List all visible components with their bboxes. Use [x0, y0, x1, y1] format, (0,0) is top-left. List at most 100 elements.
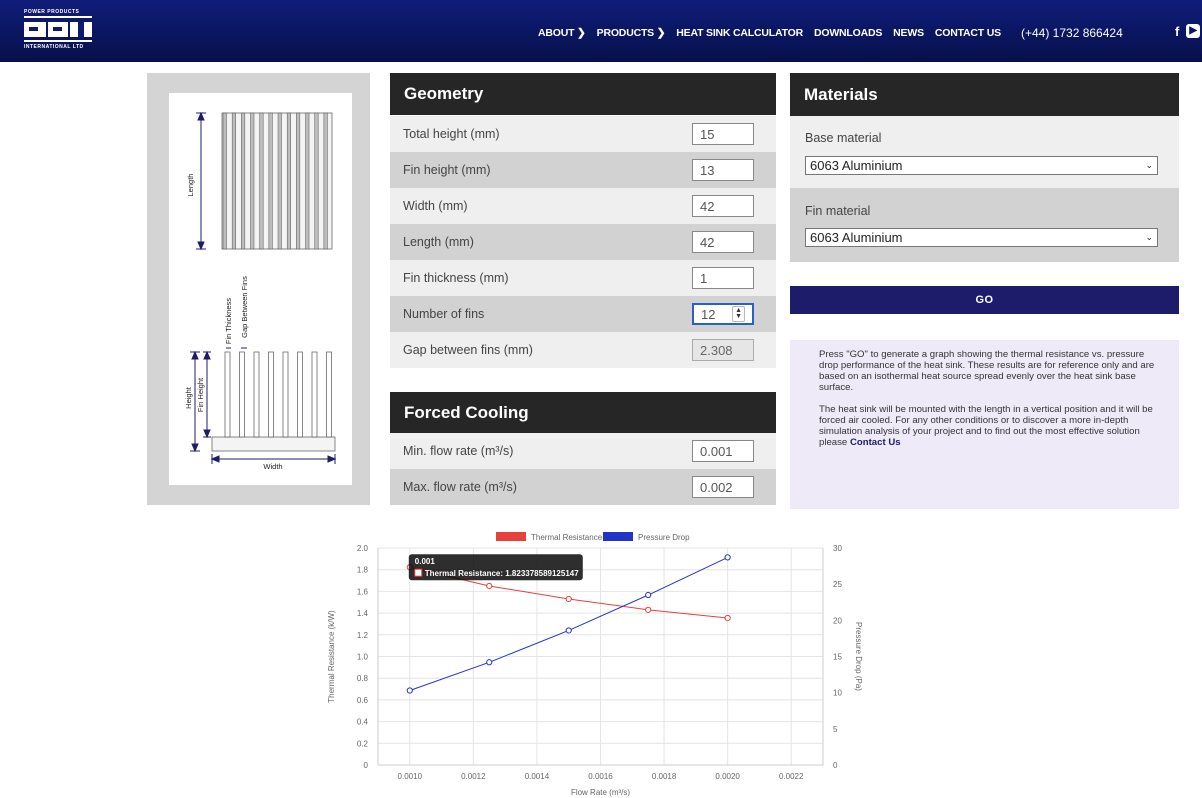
row-number-of-fins: Number of fins 12 ▲ ▼: [390, 296, 776, 332]
fin-side: [268, 351, 274, 438]
row-min-flow: Min. flow rate (m³/s) 0.001: [390, 433, 776, 469]
y-axis-title: Thermal Resistance (k/W): [327, 610, 336, 703]
heat-sink-drawing: Length Height Fin Height Fin Thickness G…: [184, 111, 337, 471]
nav-contact-us[interactable]: CONTACT US: [935, 27, 1001, 39]
chart-grid: [377, 547, 824, 766]
data-point[interactable]: [406, 687, 413, 694]
base-material-select[interactable]: 6063 Aluminium ⌄: [805, 156, 1158, 175]
gap-between-fins-label: Gap Between Fins: [240, 276, 249, 338]
max-flow-value: 0.002: [700, 479, 733, 495]
height-label: Height: [184, 386, 193, 409]
legend-label[interactable]: Thermal Resistance: [531, 533, 603, 542]
nav-about[interactable]: ABOUT ❯: [538, 27, 586, 39]
tooltip-title: 0.001: [415, 557, 436, 566]
x-axis-title: Flow Rate (m³/s): [571, 788, 630, 797]
data-point[interactable]: [486, 659, 493, 666]
data-point[interactable]: [565, 627, 572, 634]
y2-tick-label: 25: [833, 580, 842, 589]
fin-side: [224, 351, 231, 438]
y-tick-label: 0.8: [357, 674, 369, 683]
nav-downloads[interactable]: DOWNLOADS: [814, 27, 882, 39]
gap-field-label: Gap between fins (mm): [403, 343, 533, 357]
fin-side: [239, 351, 245, 438]
fin-top: [241, 112, 246, 250]
heat-sink-diagram: Length Height Fin Height Fin Thickness G…: [169, 93, 352, 485]
phone-number[interactable]: (+44) 1732 866424: [1021, 26, 1123, 40]
fin-material-value: 6063 Aluminium: [810, 230, 903, 245]
youtube-icon[interactable]: ▶: [1186, 24, 1201, 38]
total-height-value: 15: [700, 126, 715, 142]
y-tick-label: 0.4: [357, 718, 369, 727]
row-length: Length (mm) 42: [390, 224, 776, 260]
y-tick-label: 1.4: [357, 609, 369, 618]
row-fin-thickness: Fin thickness (mm) 1: [390, 260, 776, 296]
data-point[interactable]: [486, 582, 493, 590]
data-point[interactable]: [724, 614, 731, 622]
go-button[interactable]: GO: [790, 286, 1179, 314]
number-of-fins-value: 12: [701, 306, 716, 322]
y2-tick-label: 30: [833, 544, 842, 553]
total-height-input[interactable]: 15: [692, 123, 754, 145]
base-material-label: Base material: [805, 131, 882, 145]
total-height-label: Total height (mm): [403, 127, 500, 141]
number-of-fins-label: Number of fins: [403, 307, 485, 321]
base-material-value: 6063 Aluminium: [810, 158, 903, 173]
row-max-flow: Max. flow rate (m³/s) 0.002: [390, 469, 776, 505]
materials-header: Materials: [790, 73, 1179, 116]
contact-us-link[interactable]: Contact Us: [850, 437, 901, 448]
length-value: 42: [700, 234, 715, 250]
data-point[interactable]: [645, 591, 652, 599]
fin-top: [286, 112, 291, 250]
length-input[interactable]: 42: [692, 231, 754, 253]
min-flow-input[interactable]: 0.001: [692, 440, 754, 462]
y-tick-label: 0: [364, 761, 369, 770]
nav-heat-sink-calculator[interactable]: HEAT SINK CALCULATOR: [676, 27, 803, 39]
fin-side: [297, 351, 303, 438]
ppi-logo[interactable]: POWER PRODUCTS INTERNATIONAL LTD: [24, 9, 92, 50]
data-point[interactable]: [565, 595, 572, 603]
tooltip-body: Thermal Resistance: 1.823378589125147: [425, 569, 579, 578]
data-point[interactable]: [645, 606, 652, 613]
info-box: Press "GO" to generate a graph showing t…: [790, 340, 1179, 509]
data-point[interactable]: [724, 554, 731, 561]
nav-news[interactable]: NEWS: [893, 27, 924, 39]
x-tick-label: 0.0012: [461, 772, 486, 781]
y2-tick-label: 10: [833, 689, 842, 698]
nav-products[interactable]: PRODUCTS ❯: [597, 27, 666, 39]
width-label: Width: [263, 462, 282, 471]
width-value: 42: [700, 198, 715, 214]
legend-swatch: [603, 532, 633, 541]
fin-material-select[interactable]: 6063 Aluminium ⌄: [805, 228, 1158, 247]
row-fin-height: Fin height (mm) 13: [390, 152, 776, 188]
fin-top: [277, 112, 282, 250]
x-tick-label: 0.0020: [715, 772, 740, 781]
chart-labels: 0 0.2 0.4 0.6 0.8 1.0 1.2 1.4 1.6 1.8 2.0 0 5 10 15 20 2…: [327, 532, 863, 797]
facebook-icon[interactable]: f: [1175, 24, 1179, 39]
legend-label[interactable]: Pressure Drop: [638, 533, 690, 542]
y-tick-label: 2.0: [357, 544, 369, 553]
spinner-icon[interactable]: ▲ ▼: [732, 306, 745, 322]
gap-value: 2.308: [700, 342, 733, 358]
min-flow-label: Min. flow rate (m³/s): [403, 444, 514, 458]
y-tick-label: 1.2: [357, 631, 369, 640]
fin-top: [250, 112, 255, 250]
fin-thickness-input[interactable]: 1: [692, 267, 754, 289]
x-tick-label: 0.0010: [398, 772, 423, 781]
chevron-down-icon: ⌄: [1145, 232, 1153, 242]
info-paragraph-1: Press "GO" to generate a graph showing t…: [819, 349, 1155, 393]
width-field-label: Width (mm): [403, 199, 468, 213]
fin-side: [282, 351, 289, 438]
chevron-down-icon: ⌄: [1145, 160, 1153, 170]
fin-thickness-value: 1: [700, 270, 708, 286]
y-tick-label: 0.2: [357, 739, 369, 748]
heat-sink-diagram-panel: Length Height Fin Height Fin Thickness G…: [147, 73, 370, 505]
max-flow-input[interactable]: 0.002: [692, 476, 754, 498]
x-tick-label: 0.0014: [525, 772, 550, 781]
social-links: f ▶ t in: [1175, 24, 1202, 39]
width-input[interactable]: 42: [692, 195, 754, 217]
fin-height-input[interactable]: 13: [692, 159, 754, 181]
fin-thickness-label: Fin Thickness: [224, 298, 233, 344]
number-of-fins-input[interactable]: 12 ▲ ▼: [692, 303, 754, 325]
legend-swatch: [496, 532, 526, 541]
base-material-section: Base material 6063 Aluminium ⌄: [790, 116, 1179, 188]
